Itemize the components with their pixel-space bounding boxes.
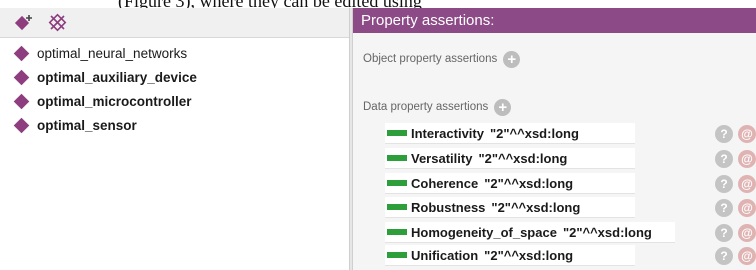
annotate-icon[interactable]: @ <box>738 224 756 242</box>
data-assertion-row[interactable]: Interactivity "2"^^xsd:long ? @ <box>385 123 756 144</box>
annotate-icon[interactable]: @ <box>738 125 756 143</box>
diamond-x-icon <box>47 13 69 33</box>
assertion-property: Unification <box>411 247 479 263</box>
help-icon[interactable]: ? <box>715 224 733 242</box>
assertion-property: Coherence <box>411 175 479 191</box>
assertion-property: Versatility <box>411 150 473 166</box>
assertion-value: "2"^^xsd:long <box>562 224 652 240</box>
data-property-icon <box>387 130 407 136</box>
help-icon[interactable]: ? <box>715 150 733 168</box>
data-assertion-content: Homogeneity_of_space "2"^^xsd:long <box>385 222 675 243</box>
data-assertion-row[interactable]: Versatility "2"^^xsd:long ? @ <box>385 148 756 169</box>
data-assertion-content: Versatility "2"^^xsd:long <box>385 148 635 169</box>
list-item-individual[interactable]: optimal_neural_networks <box>13 42 188 64</box>
individual-diamond-icon <box>13 93 30 109</box>
individual-label: optimal_neural_networks <box>37 45 188 61</box>
help-icon[interactable]: ? <box>715 199 733 217</box>
individual-diamond-icon <box>13 69 30 85</box>
data-property-assertions-section: Data property assertions + <box>363 97 512 117</box>
annotate-icon[interactable]: @ <box>738 175 756 193</box>
individual-diamond-icon <box>13 117 30 133</box>
section-label: Object property assertions <box>363 53 498 65</box>
individual-label: optimal_auxiliary_device <box>37 69 197 85</box>
data-assertion-row[interactable]: Homogeneity_of_space "2"^^xsd:long ? @ <box>385 222 756 243</box>
delete-individual-button[interactable] <box>44 11 72 35</box>
diamond-plus-icon <box>12 13 36 33</box>
assertion-value: "2"^^xsd:long <box>491 199 581 215</box>
data-assertion-content: Coherence "2"^^xsd:long <box>385 173 635 194</box>
assertion-property: Interactivity <box>411 125 484 141</box>
help-icon[interactable]: ? <box>715 175 733 193</box>
list-item-individual[interactable]: optimal_microcontroller <box>13 90 192 112</box>
assertion-value: "2"^^xsd:long <box>478 150 568 166</box>
data-assertion-content: Interactivity "2"^^xsd:long <box>385 123 635 144</box>
individual-label: optimal_sensor <box>37 117 137 133</box>
list-item-individual[interactable]: optimal_auxiliary_device <box>13 66 197 88</box>
data-property-icon <box>387 252 407 258</box>
section-label: Data property assertions <box>363 101 489 113</box>
data-property-icon <box>387 180 407 186</box>
list-item-individual[interactable]: optimal_sensor <box>13 114 137 136</box>
data-assertion-row[interactable]: Unification "2"^^xsd:long ? @ <box>385 245 756 266</box>
individuals-toolbar <box>0 8 349 38</box>
annotate-icon[interactable]: @ <box>738 150 756 168</box>
data-assertion-content: Unification "2"^^xsd:long <box>385 245 635 266</box>
assertion-property: Robustness <box>411 199 486 215</box>
object-property-assertions-section: Object property assertions + <box>363 49 521 69</box>
individual-label: optimal_microcontroller <box>37 93 192 109</box>
individuals-list: optimal_neural_networks optimal_auxiliar… <box>0 38 349 270</box>
data-assertion-content: Robustness "2"^^xsd:long <box>385 197 635 218</box>
add-individual-button[interactable] <box>10 11 38 35</box>
data-property-icon <box>387 155 407 161</box>
assertion-property: Homogeneity_of_space <box>411 224 557 240</box>
annotate-icon[interactable]: @ <box>738 247 756 265</box>
add-data-property-button[interactable]: + <box>494 98 512 116</box>
help-icon[interactable]: ? <box>715 125 733 143</box>
assertion-value: "2"^^xsd:long <box>489 125 579 141</box>
add-object-property-button[interactable]: + <box>503 50 521 68</box>
individual-diamond-icon <box>13 45 30 61</box>
data-assertion-row[interactable]: Robustness "2"^^xsd:long ? @ <box>385 197 756 218</box>
property-assertions-header: Property assertions: <box>353 8 756 33</box>
data-property-icon <box>387 204 407 210</box>
help-icon[interactable]: ? <box>715 247 733 265</box>
data-assertion-row[interactable]: Coherence "2"^^xsd:long ? @ <box>385 173 756 194</box>
assertion-value: "2"^^xsd:long <box>484 247 574 263</box>
property-assertions-panel: Object property assertions + Data proper… <box>353 33 756 270</box>
assertion-value: "2"^^xsd:long <box>484 175 574 191</box>
annotate-icon[interactable]: @ <box>738 199 756 217</box>
data-property-icon <box>387 229 407 235</box>
